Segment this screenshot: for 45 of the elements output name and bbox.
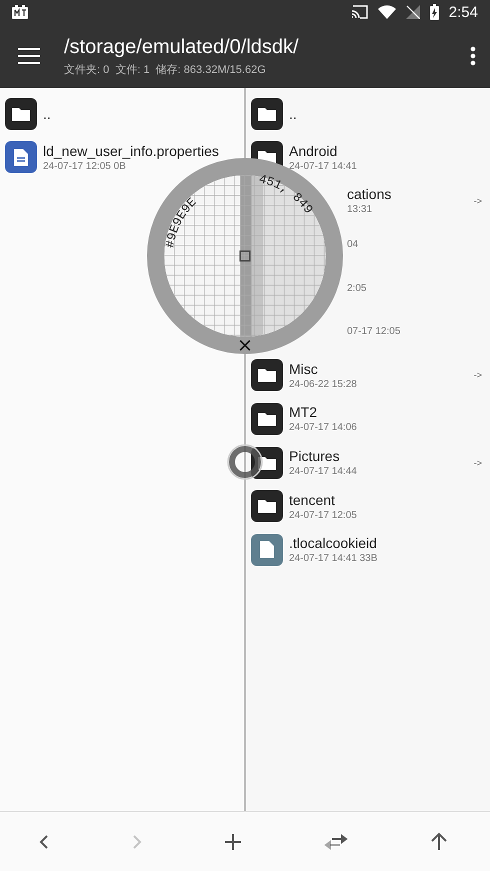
path-title: /storage/emulated/0/ldsdk/ bbox=[64, 36, 300, 58]
document-icon bbox=[5, 141, 37, 174]
menu-button[interactable] bbox=[18, 48, 40, 64]
file-icon bbox=[251, 534, 283, 566]
file-name: .. bbox=[289, 106, 298, 122]
app-icon bbox=[12, 5, 28, 19]
folder-icon bbox=[251, 98, 283, 130]
file-name: Pictures bbox=[289, 448, 341, 464]
file-name: cations bbox=[347, 186, 392, 202]
folder-icon bbox=[251, 359, 283, 392]
file-details: 24-07-17 12:05 bbox=[289, 510, 358, 521]
file-name: Android bbox=[289, 142, 338, 159]
file-name: .. bbox=[43, 106, 52, 122]
battery-charging-icon bbox=[430, 4, 439, 20]
file-details: 24-07-17 14:41 bbox=[289, 160, 358, 172]
file-name: Misc bbox=[289, 360, 319, 377]
link-marker: -> bbox=[474, 196, 482, 206]
folder-icon bbox=[251, 402, 283, 435]
link-marker: -> bbox=[474, 458, 482, 468]
file-details: 2:05 bbox=[347, 282, 368, 294]
link-marker: -> bbox=[474, 370, 482, 380]
storage-summary: 文件夹: 0 文件: 1 储存: 863.32M/15.62G bbox=[64, 62, 267, 76]
folder-icon bbox=[5, 98, 37, 130]
cast-icon bbox=[350, 5, 368, 19]
file-name: MT2 bbox=[289, 404, 318, 420]
file-details: 04 bbox=[347, 239, 360, 250]
coordinates-label: 451, 849 bbox=[257, 172, 316, 217]
file-details: 24-06-22 15:28 bbox=[289, 378, 358, 390]
file-details: 24-07-17 14:44 bbox=[289, 466, 358, 478]
file-details: 07-17 12:05 bbox=[347, 326, 402, 338]
file-details: 24-07-17 14:41 33B bbox=[289, 553, 378, 564]
no-sim-icon bbox=[406, 5, 420, 19]
file-details: 24-07-17 12:05 0B bbox=[43, 160, 127, 172]
wifi-icon bbox=[378, 5, 396, 19]
drag-handle[interactable] bbox=[227, 444, 263, 480]
close-icon[interactable] bbox=[239, 340, 251, 351]
more-options-button[interactable] bbox=[470, 46, 476, 66]
crosshair-square bbox=[239, 250, 251, 262]
file-details: 24-07-17 14:06 bbox=[289, 422, 358, 434]
file-details: 13:31 bbox=[347, 204, 374, 216]
clock: 2:54 bbox=[448, 4, 478, 20]
folder-icon bbox=[251, 490, 283, 522]
file-name: tencent bbox=[289, 492, 336, 508]
file-name: .tlocalcookieid bbox=[289, 535, 378, 552]
file-name: ld_new_user_info.properties bbox=[43, 142, 220, 159]
